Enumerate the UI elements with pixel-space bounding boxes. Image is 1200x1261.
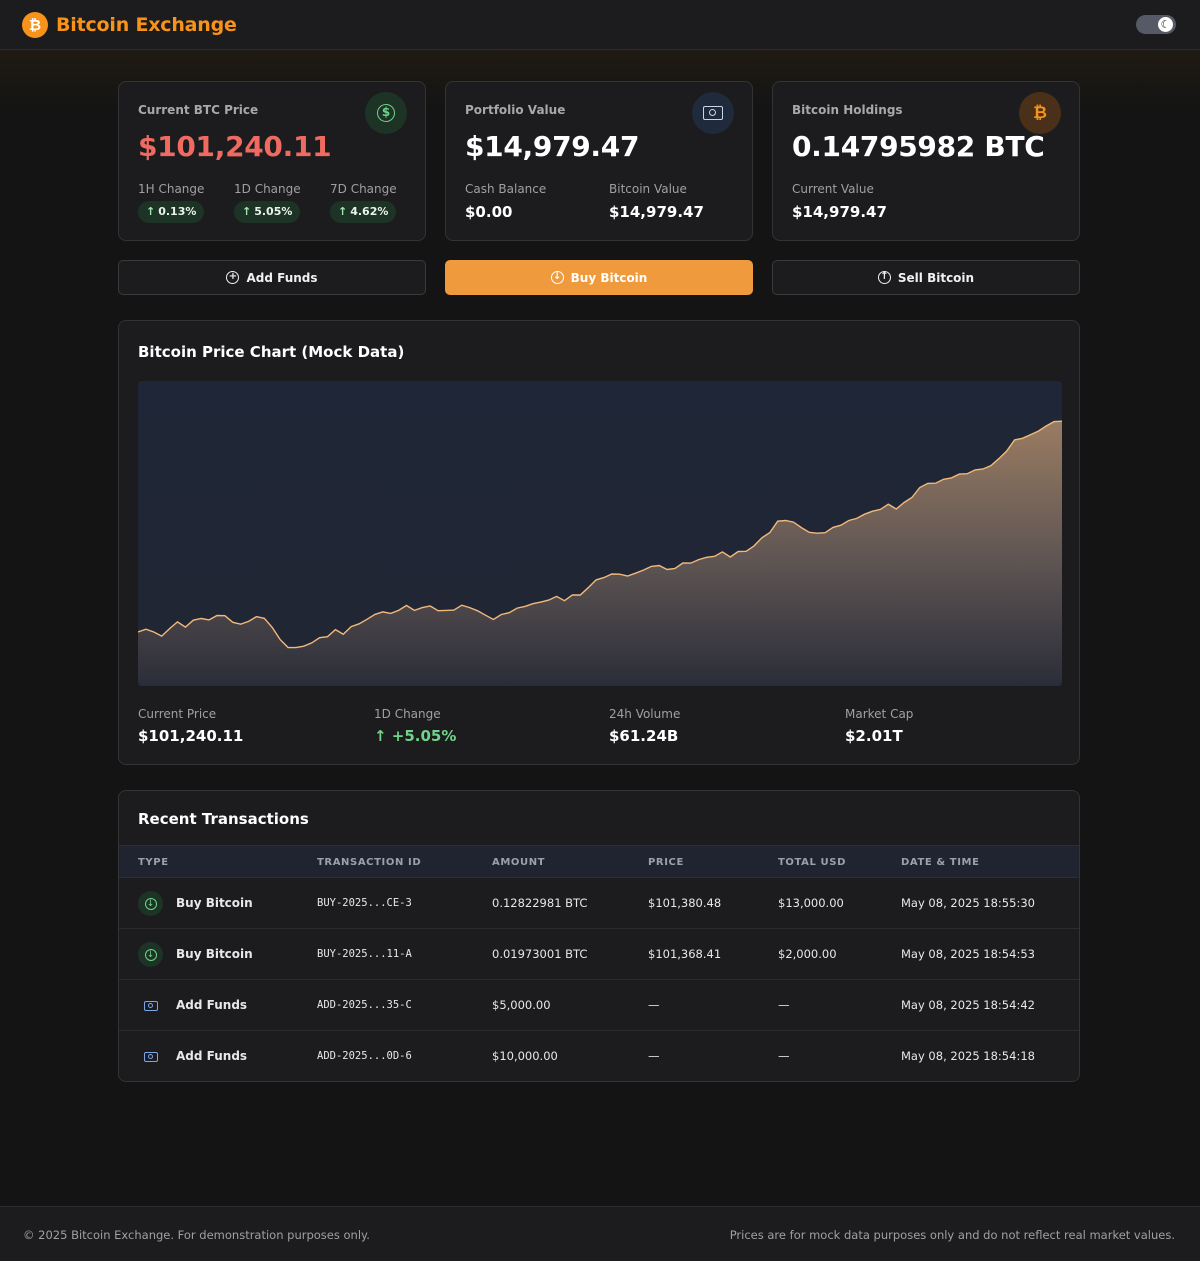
change-label: 1D Change [234,182,301,196]
tx-date: May 08, 2025 18:55:30 [901,896,1035,910]
moon-icon: ☾ [1158,17,1173,32]
price-chart-card: Bitcoin Price Chart (Mock Data) Current … [118,320,1080,765]
buy-icon: ↓ [138,942,163,967]
price-chart-svg [138,381,1062,686]
portfolio-card: Portfolio Value $14,979.47 Cash Balance … [445,81,753,241]
card-label: Bitcoin Holdings [792,103,903,117]
tx-amount: 0.01973001 BTC [492,947,588,961]
banknote-icon [138,1044,163,1069]
cash-balance-value: $0.00 [465,203,513,221]
banknote-icon [692,92,734,134]
metric-label: Current Price [138,707,217,721]
table-row[interactable]: ↓ Buy Bitcoin BUY-2025...CE-3 0.12822981… [119,878,1079,929]
chart-title: Bitcoin Price Chart (Mock Data) [138,343,405,361]
tx-amount: 0.12822981 BTC [492,896,588,910]
arrow-down-circle-icon: ↓ [550,271,564,284]
app-header: ₿ Bitcoin Exchange ☾ [0,0,1200,50]
column-header-amount[interactable]: AMOUNT [492,857,545,868]
arrow-up-icon: ↑ [146,205,156,218]
tx-id: ADD-2025...35-C [317,999,412,1011]
tx-date: May 08, 2025 18:54:53 [901,947,1035,961]
tx-total: — [778,998,790,1012]
metric-24h-volume: $61.24B [609,727,679,745]
current-value-value: $14,979.47 [792,203,887,221]
card-label: Current BTC Price [138,103,259,117]
add-funds-button[interactable]: + Add Funds [118,260,426,295]
current-value-label: Current Value [792,182,874,196]
tx-type: Buy Bitcoin [176,896,253,910]
metric-label: 24h Volume [609,707,681,721]
column-header-price[interactable]: PRICE [648,857,684,868]
footer-disclaimer: Prices are for mock data purposes only a… [729,1228,1175,1242]
column-header-transaction-id[interactable]: TRANSACTION ID [317,857,421,868]
brand[interactable]: ₿ Bitcoin Exchange [22,12,237,38]
table-row[interactable]: Add Funds ADD-2025...0D-6 $10,000.00 — —… [119,1031,1079,1081]
transactions-card: Recent Transactions TYPE TRANSACTION ID … [118,790,1080,1082]
holdings-value: 0.14795982 BTC [792,130,1045,163]
portfolio-value: $14,979.47 [465,130,640,163]
arrow-up-circle-icon: ↑ [877,271,891,284]
change-label: 1H Change [138,182,205,196]
sell-bitcoin-button[interactable]: ↑ Sell Bitcoin [772,260,1080,295]
transactions-table-header: TYPE TRANSACTION ID AMOUNT PRICE TOTAL U… [119,845,1079,878]
column-header-date-time[interactable]: DATE & TIME [901,857,980,868]
banknote-icon [138,993,163,1018]
buy-icon: ↓ [138,891,163,916]
tx-price: $101,368.41 [648,947,722,961]
bitcoin-value-value: $14,979.47 [609,203,704,221]
bitcoin-value-label: Bitcoin Value [609,182,687,196]
btc-price-card: Current BTC Price $ $101,240.11 1H Chang… [118,81,426,241]
btc-price-value: $101,240.11 [138,130,332,163]
tx-price: — [648,1049,660,1063]
column-header-type[interactable]: TYPE [138,857,169,868]
arrow-up-icon: ↑ [242,205,252,218]
transactions-title: Recent Transactions [138,810,309,828]
buy-bitcoin-label: Buy Bitcoin [570,270,648,285]
plus-circle-icon: + [226,271,240,284]
footer: © 2025 Bitcoin Exchange. For demonstrati… [0,1206,1200,1261]
tx-price: $101,380.48 [648,896,722,910]
change-badge: ↑ 5.05% [234,201,301,223]
tx-total: — [778,1049,790,1063]
buy-bitcoin-button[interactable]: ↓ Buy Bitcoin [445,260,753,295]
tx-type: Add Funds [176,998,248,1012]
sell-bitcoin-label: Sell Bitcoin [897,270,975,285]
bitcoin-icon: ₿ [1019,92,1061,134]
holdings-card: Bitcoin Holdings ₿ 0.14795982 BTC Curren… [772,81,1080,241]
brand-title: Bitcoin Exchange [56,14,237,36]
change-badge: ↑ 4.62% [330,201,397,223]
tx-date: May 08, 2025 18:54:42 [901,998,1035,1012]
tx-total: $13,000.00 [778,896,844,910]
tx-id: BUY-2025...CE-3 [317,897,412,909]
price-chart[interactable] [138,381,1062,686]
change-label: 7D Change [330,182,397,196]
tx-date: May 08, 2025 18:54:18 [901,1049,1035,1063]
tx-id: ADD-2025...0D-6 [317,1050,412,1062]
theme-toggle[interactable]: ☾ [1136,15,1176,34]
table-row[interactable]: Add Funds ADD-2025...35-C $5,000.00 — — … [119,980,1079,1031]
tx-id: BUY-2025...11-A [317,948,412,960]
bitcoin-logo-icon: ₿ [22,12,48,38]
tx-total: $2,000.00 [778,947,837,961]
table-row[interactable]: ↓ Buy Bitcoin BUY-2025...11-A 0.01973001… [119,929,1079,980]
tx-price: — [648,998,660,1012]
metric-label: Market Cap [845,707,914,721]
metric-current-price: $101,240.11 [138,727,244,745]
tx-amount: $5,000.00 [492,998,551,1012]
tx-amount: $10,000.00 [492,1049,558,1063]
dollar-circle-icon: $ [365,92,407,134]
footer-copyright: © 2025 Bitcoin Exchange. For demonstrati… [23,1228,370,1242]
tx-type: Add Funds [176,1049,248,1063]
column-header-total-usd[interactable]: TOTAL USD [778,857,846,868]
metric-1d-change: ↑ +5.05% [374,727,457,745]
change-badge: ↑ 0.13% [138,201,205,223]
tx-type: Buy Bitcoin [176,947,253,961]
card-label: Portfolio Value [465,103,566,117]
add-funds-label: Add Funds [246,270,318,285]
metric-label: 1D Change [374,707,441,721]
arrow-up-icon: ↑ [338,205,348,218]
cash-balance-label: Cash Balance [465,182,547,196]
metric-market-cap: $2.01T [845,727,903,745]
